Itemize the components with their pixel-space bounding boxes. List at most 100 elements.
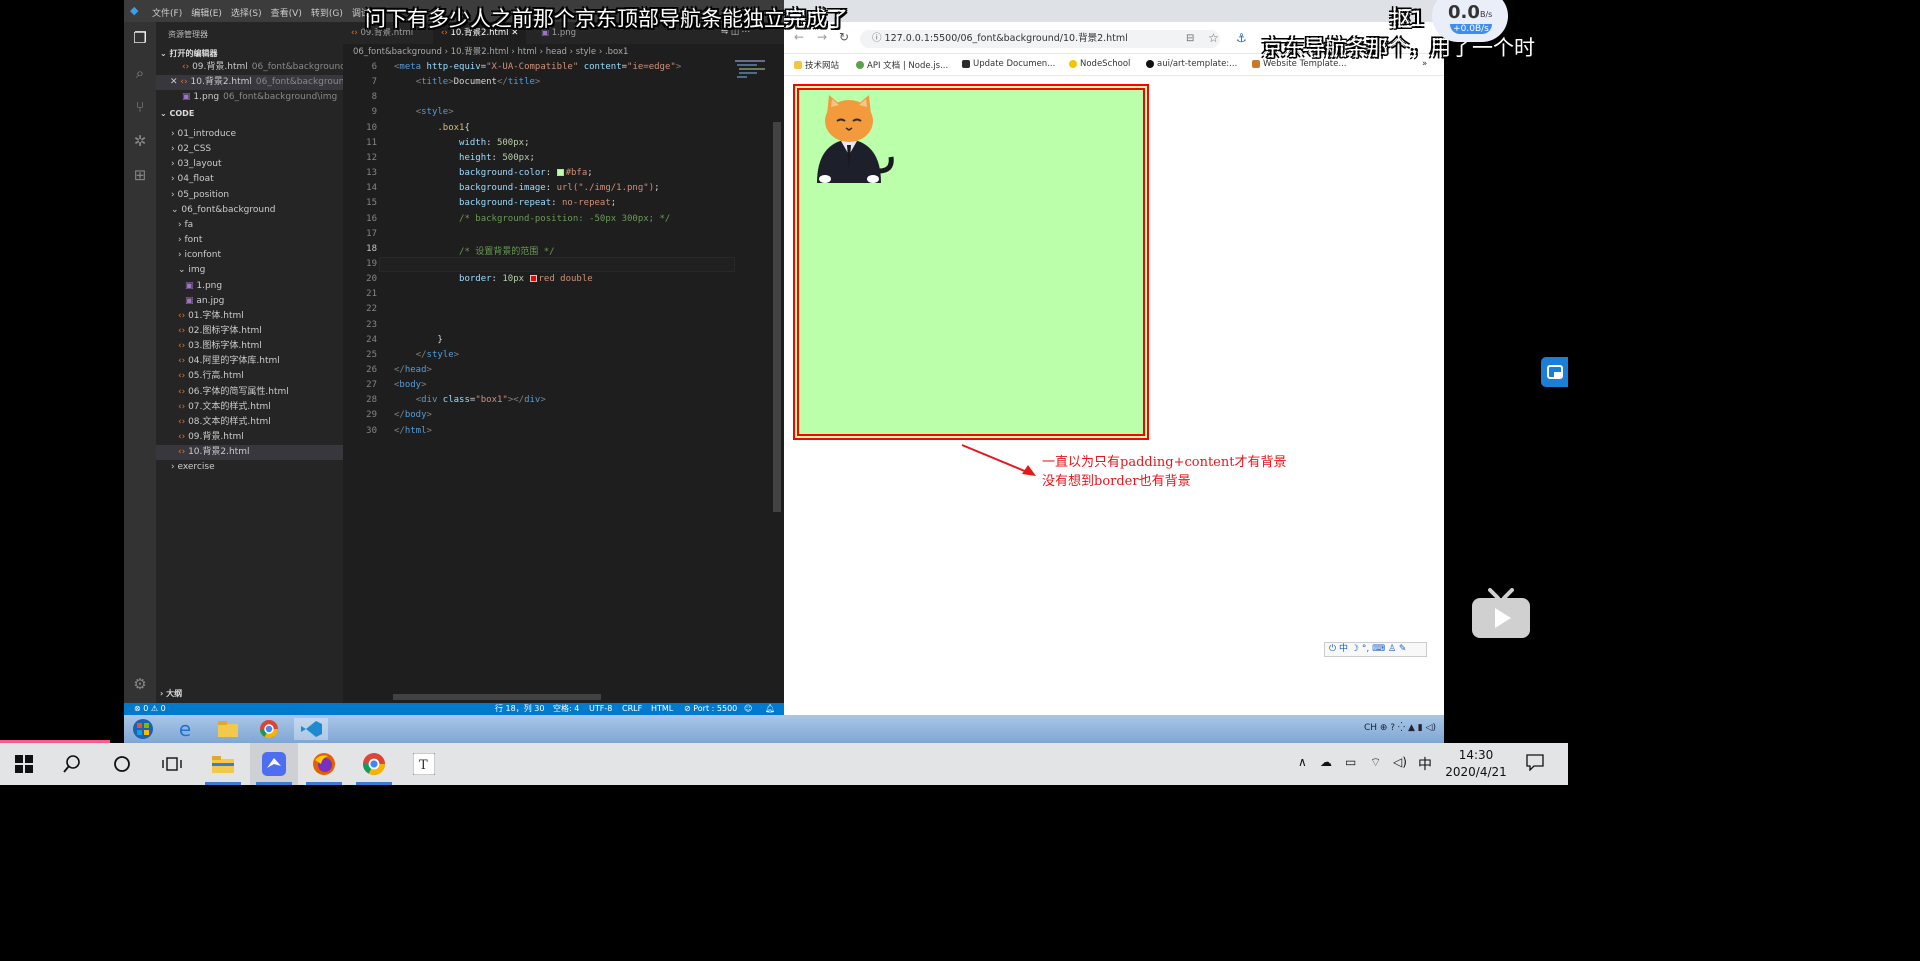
extension-icon[interactable]: ⚓ bbox=[1236, 31, 1247, 45]
code-line[interactable]: border: 10px red double bbox=[394, 274, 593, 284]
breadcrumb-item[interactable]: 06_font&background bbox=[353, 47, 442, 57]
typora-icon[interactable]: T bbox=[400, 743, 448, 785]
extensions-icon[interactable]: ⊞ bbox=[131, 166, 149, 184]
search-icon[interactable]: ⌕ bbox=[131, 64, 149, 82]
tree-item[interactable]: ‹› 01.字体.html bbox=[156, 309, 343, 324]
code-line[interactable]: /* background-position: -50px 300px; */ bbox=[394, 214, 670, 224]
code-line[interactable]: width: 500px; bbox=[394, 138, 529, 148]
menu-goto[interactable]: 转到(G) bbox=[311, 6, 343, 19]
eol-status[interactable]: CRLF bbox=[622, 703, 642, 715]
tree-item[interactable]: ‹› 02.图标字体.html bbox=[156, 324, 343, 339]
action-center-icon[interactable] bbox=[1526, 753, 1544, 775]
tree-item[interactable]: › font bbox=[156, 233, 343, 248]
code-editor[interactable]: 6 <meta http-equiv="X-UA-Compatible" cont… bbox=[343, 60, 784, 703]
tree-item[interactable]: › iconfont bbox=[156, 248, 343, 263]
code-line[interactable]: </html> bbox=[394, 426, 432, 436]
open-editor-item[interactable]: ‹› 09.背景.html 06_font&background bbox=[156, 60, 343, 75]
code-line[interactable]: <meta http-equiv="X-UA-Compatible" conte… bbox=[394, 62, 681, 72]
code-line[interactable]: height: 500px; bbox=[394, 153, 535, 163]
win7-start-icon[interactable] bbox=[126, 718, 160, 740]
tree-item[interactable]: ⌄ img bbox=[156, 263, 343, 278]
ime-toolbar[interactable]: ⏻ 中 ☽ °, ⌨ ♙ ✎ bbox=[1324, 642, 1427, 657]
code-line[interactable]: <title>Document</title> bbox=[394, 77, 541, 87]
bookmark-item[interactable]: 技术网站 bbox=[794, 59, 839, 71]
tree-item[interactable]: ‹› 07.文本的样式.html bbox=[156, 400, 343, 415]
code-line[interactable]: </style> bbox=[394, 350, 459, 360]
input-method-indicator[interactable]: 中 bbox=[1418, 754, 1432, 774]
menu-view[interactable]: 查看(V) bbox=[271, 6, 302, 19]
task-view-icon[interactable] bbox=[148, 743, 196, 785]
ie-icon[interactable]: e bbox=[168, 718, 202, 740]
ime-user-icon[interactable]: ♙ bbox=[1388, 644, 1396, 654]
breadcrumb-item[interactable]: html bbox=[518, 47, 537, 57]
close-icon[interactable]: ✕ bbox=[170, 77, 178, 87]
chrome-icon[interactable] bbox=[252, 718, 286, 740]
tray-icons[interactable]: CH ⊕ ? ⁛ ▲ ▮ ◁) bbox=[1364, 723, 1436, 733]
play-button-icon[interactable] bbox=[1470, 588, 1532, 640]
translate-icon[interactable]: ⊟ bbox=[1186, 33, 1194, 44]
clock[interactable]: 14:30 2020/4/21 bbox=[1440, 747, 1512, 781]
breadcrumb-item[interactable]: head bbox=[546, 47, 567, 57]
chrome-icon[interactable] bbox=[350, 743, 398, 785]
problems-status[interactable]: ⊗ 0 ⚠ 0 bbox=[134, 703, 166, 715]
tray-chevron-icon[interactable]: ∧ bbox=[1298, 755, 1307, 769]
tree-item[interactable]: ‹› 09.背景.html bbox=[156, 430, 343, 445]
firefox-icon[interactable] bbox=[300, 743, 348, 785]
outline-header[interactable]: › 大纲 bbox=[160, 688, 182, 699]
bookmark-star-icon[interactable]: ☆ bbox=[1208, 31, 1219, 45]
tree-item[interactable]: › fa bbox=[156, 218, 343, 233]
code-line[interactable]: background-repeat: no-repeat; bbox=[394, 198, 616, 208]
explorer-icon[interactable]: ❐ bbox=[131, 29, 149, 47]
ime-power-icon[interactable]: ⏻ bbox=[1329, 644, 1336, 654]
vscode-taskbar-icon[interactable] bbox=[294, 718, 328, 740]
tree-item[interactable]: ‹› 03.图标字体.html bbox=[156, 339, 343, 354]
workspace-header[interactable]: ⌄ CODE bbox=[160, 109, 194, 118]
feishu-app-icon[interactable] bbox=[250, 743, 298, 785]
notification-bell-icon[interactable]: 🔔︎ bbox=[765, 703, 775, 715]
tree-item[interactable]: ‹› 08.文本的样式.html bbox=[156, 415, 343, 430]
bookmark-item[interactable]: Update Documen... bbox=[962, 59, 1055, 69]
search-icon[interactable] bbox=[48, 743, 96, 785]
feedback-icon[interactable]: ☺ bbox=[744, 703, 752, 715]
open-editor-item[interactable]: ✕ ‹› 10.背景2.html 06_font&background bbox=[156, 75, 343, 90]
source-control-icon[interactable]: ⑂ bbox=[131, 98, 149, 116]
horizontal-scrollbar[interactable] bbox=[393, 694, 601, 700]
tree-item[interactable]: › exercise bbox=[156, 460, 343, 475]
live-server-port[interactable]: ⊘ Port : 5500 bbox=[684, 703, 737, 715]
side-float-icon[interactable] bbox=[1541, 357, 1568, 387]
minimap[interactable] bbox=[735, 60, 775, 120]
breadcrumb-item[interactable]: .box1 bbox=[605, 47, 628, 57]
encoding-status[interactable]: UTF-8 bbox=[589, 703, 612, 715]
breadcrumb-item[interactable]: style bbox=[576, 47, 596, 57]
code-line[interactable]: <div class="box1"></div> bbox=[394, 395, 546, 405]
breadcrumb-item[interactable]: 10.背景2.html bbox=[451, 47, 509, 57]
tree-item[interactable]: › 01_introduce bbox=[156, 127, 343, 142]
tree-item[interactable]: › 03_layout bbox=[156, 157, 343, 172]
code-line[interactable]: <style> bbox=[394, 107, 454, 117]
debug-icon[interactable]: ✲ bbox=[131, 132, 149, 150]
ime-keyboard-icon[interactable]: ⌨ bbox=[1372, 644, 1385, 654]
ime-moon-icon[interactable]: ☽ bbox=[1351, 644, 1359, 654]
vertical-scrollbar[interactable] bbox=[773, 122, 781, 512]
wifi-icon[interactable]: ⌔ bbox=[1370, 755, 1381, 770]
indent-status[interactable]: 空格: 4 bbox=[553, 703, 579, 715]
menu-file[interactable]: 文件(F) bbox=[152, 6, 182, 19]
code-line[interactable]: <body> bbox=[394, 380, 427, 390]
tree-item[interactable]: › 04_float bbox=[156, 172, 343, 187]
tree-item[interactable]: ⌄ 06_font&background bbox=[156, 203, 343, 218]
file-explorer-icon[interactable] bbox=[199, 743, 247, 785]
tree-item[interactable]: ▣ an.jpg bbox=[156, 294, 343, 309]
settings-gear-icon[interactable]: ⚙ bbox=[131, 675, 149, 693]
tree-item[interactable]: › 02_CSS bbox=[156, 142, 343, 157]
tree-item[interactable]: ‹› 04.阿里的字体库.html bbox=[156, 354, 343, 369]
bookmark-item[interactable]: API 文档 | Node.js... bbox=[856, 59, 948, 71]
onedrive-icon[interactable]: ☁ bbox=[1320, 755, 1332, 769]
info-icon[interactable]: ⓘ bbox=[872, 33, 882, 44]
tree-item[interactable]: ‹› 10.背景2.html bbox=[156, 445, 343, 461]
start-windows-icon[interactable] bbox=[0, 743, 48, 785]
open-editor-item[interactable]: ▣ 1.png 06_font&background\img bbox=[156, 90, 343, 105]
tree-item[interactable]: › 05_position bbox=[156, 188, 343, 203]
network-speed-widget[interactable]: 0.0 B/s +0.0B/s bbox=[1432, 0, 1508, 42]
cursor-position[interactable]: 行 18，列 30 bbox=[495, 703, 544, 715]
tree-item[interactable]: ‹› 06.字体的简写属性.html bbox=[156, 385, 343, 400]
